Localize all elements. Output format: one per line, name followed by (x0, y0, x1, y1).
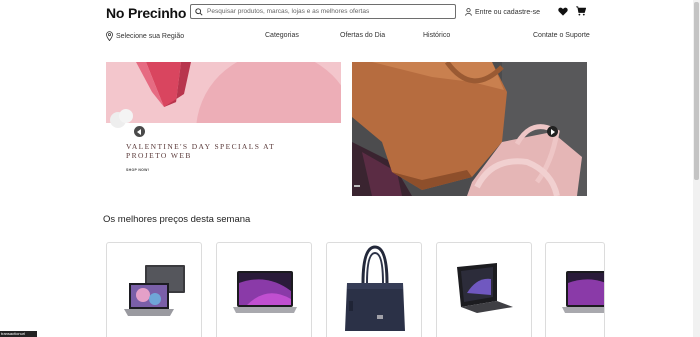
region-selector[interactable]: Selecione sua Região (106, 31, 184, 41)
carousel-indicators[interactable] (354, 185, 360, 187)
page: No Precinho Entre ou cadastre-se Selecio… (0, 0, 700, 337)
search-input[interactable] (207, 8, 447, 15)
chevron-right-icon (551, 128, 555, 135)
cart-icon[interactable] (576, 6, 586, 16)
shop-now-link[interactable]: SHOP NOW! (126, 168, 149, 172)
login-label: Entre ou cadastre-se (475, 8, 540, 16)
nav-historico[interactable]: Histórico (423, 32, 450, 39)
chevron-left-icon (137, 128, 141, 135)
product-card[interactable] (216, 242, 312, 337)
product-card[interactable] (436, 242, 532, 337)
scrollbar-thumb[interactable] (694, 2, 699, 180)
carousel-dot[interactable] (354, 185, 360, 187)
user-icon (465, 8, 472, 16)
macbook-pro-image (233, 271, 297, 313)
folded-laptop-image (457, 263, 513, 313)
nav-categorias[interactable]: Categorias (265, 32, 299, 39)
login-link[interactable]: Entre ou cadastre-se (465, 8, 540, 16)
hero-title-line2: PROJETO WEB (126, 151, 192, 160)
laptop-with-monitor-image (124, 265, 185, 316)
macbook-pro-partial-image (562, 271, 604, 313)
search-icon (195, 7, 203, 16)
nav-contate-suporte[interactable]: Contate o Suporte (533, 32, 590, 39)
location-pin-icon (106, 31, 113, 41)
hero-title-line1: VALENTINE'S DAY SPECIALS AT (126, 142, 276, 151)
search-bar[interactable] (190, 4, 456, 19)
section-title: Os melhores preços desta semana (103, 214, 251, 225)
hero-title: VALENTINE'S DAY SPECIALS AT PROJETO WEB (126, 142, 275, 160)
product-card[interactable] (545, 242, 605, 337)
navy-tote-bag-image (345, 245, 405, 331)
product-card[interactable] (106, 242, 202, 337)
region-label: Selecione sua Região (116, 32, 185, 40)
status-tooltip: transactionurl (0, 331, 37, 337)
carousel-prev-button[interactable] (134, 126, 145, 137)
nav-ofertas-do-dia[interactable]: Ofertas do Dia (340, 32, 385, 39)
carousel-next-button[interactable] (547, 126, 558, 137)
site-logo[interactable]: No Precinho (106, 5, 186, 21)
product-card[interactable] (326, 242, 422, 337)
favorites-heart-icon[interactable] (558, 7, 568, 16)
